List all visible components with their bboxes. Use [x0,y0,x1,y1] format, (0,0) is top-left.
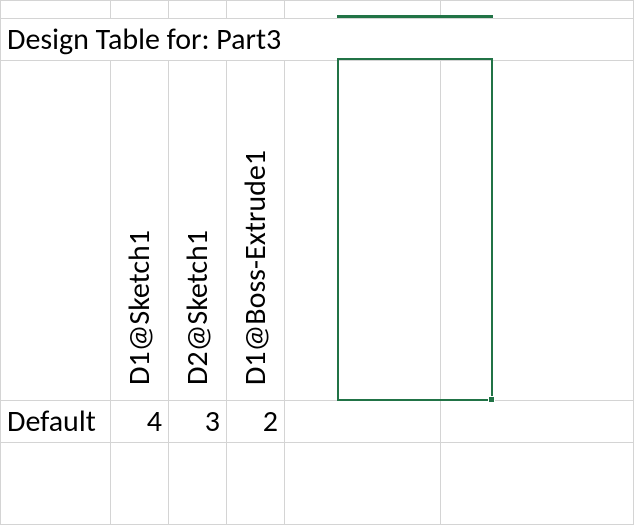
column-header[interactable]: D1@Boss-Extrude1 [227,61,285,401]
cell[interactable] [111,1,169,19]
cell[interactable] [1,1,111,19]
param-label: D2@Sketch1 [179,224,216,391]
cell[interactable] [1,443,111,525]
param-label: D1@Sketch1 [121,224,158,391]
spreadsheet-grid[interactable]: Design Table for: Part3 D1@Sketch1 D2@Sk… [0,0,634,525]
cell[interactable] [111,443,169,525]
data-cell[interactable]: 3 [169,401,227,443]
cell[interactable] [441,61,634,401]
column-header[interactable]: D2@Sketch1 [169,61,227,401]
cell[interactable] [441,443,634,525]
cell[interactable] [227,443,285,525]
config-name-cell[interactable]: Default [1,401,111,443]
cell[interactable] [285,1,441,19]
column-header[interactable]: D1@Sketch1 [111,61,169,401]
cell[interactable] [1,61,111,401]
cell[interactable] [227,1,285,19]
cell[interactable] [285,61,441,401]
cell[interactable] [441,401,634,443]
cell[interactable] [285,443,441,525]
cell[interactable] [285,401,441,443]
data-cell[interactable]: 4 [111,401,169,443]
param-label: D1@Boss-Extrude1 [237,144,274,391]
cell[interactable] [441,1,634,19]
design-table-title[interactable]: Design Table for: Part3 [1,19,634,61]
cell[interactable] [169,443,227,525]
data-cell[interactable]: 2 [227,401,285,443]
cell[interactable] [169,1,227,19]
